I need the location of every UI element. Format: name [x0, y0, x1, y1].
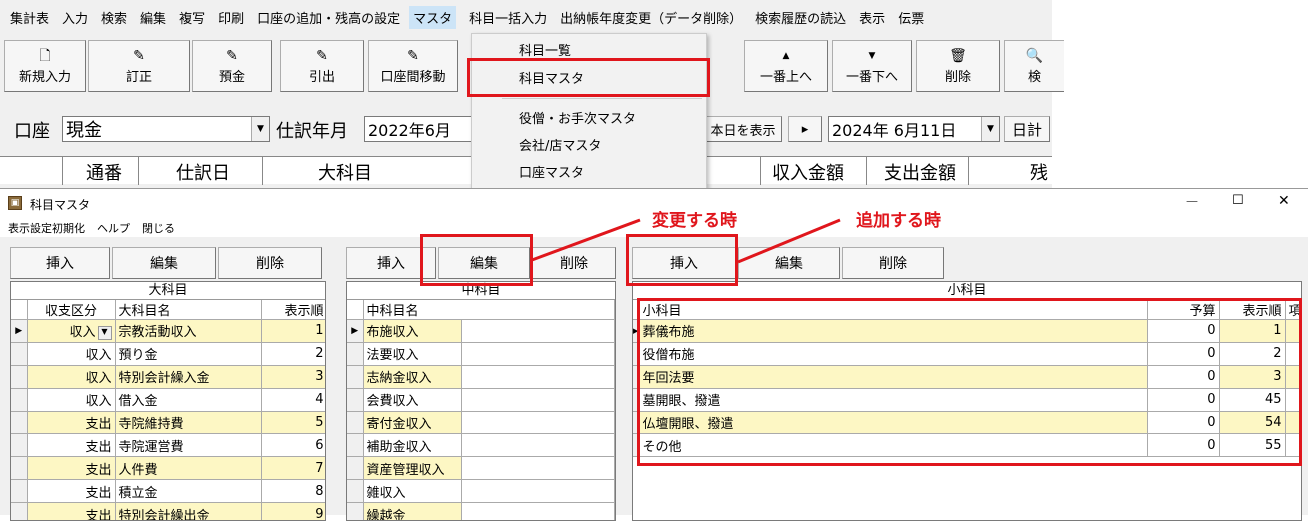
annotation-arrows — [531, 218, 841, 264]
arrow-to-edit — [531, 218, 641, 262]
arrow-to-insert — [737, 218, 841, 264]
